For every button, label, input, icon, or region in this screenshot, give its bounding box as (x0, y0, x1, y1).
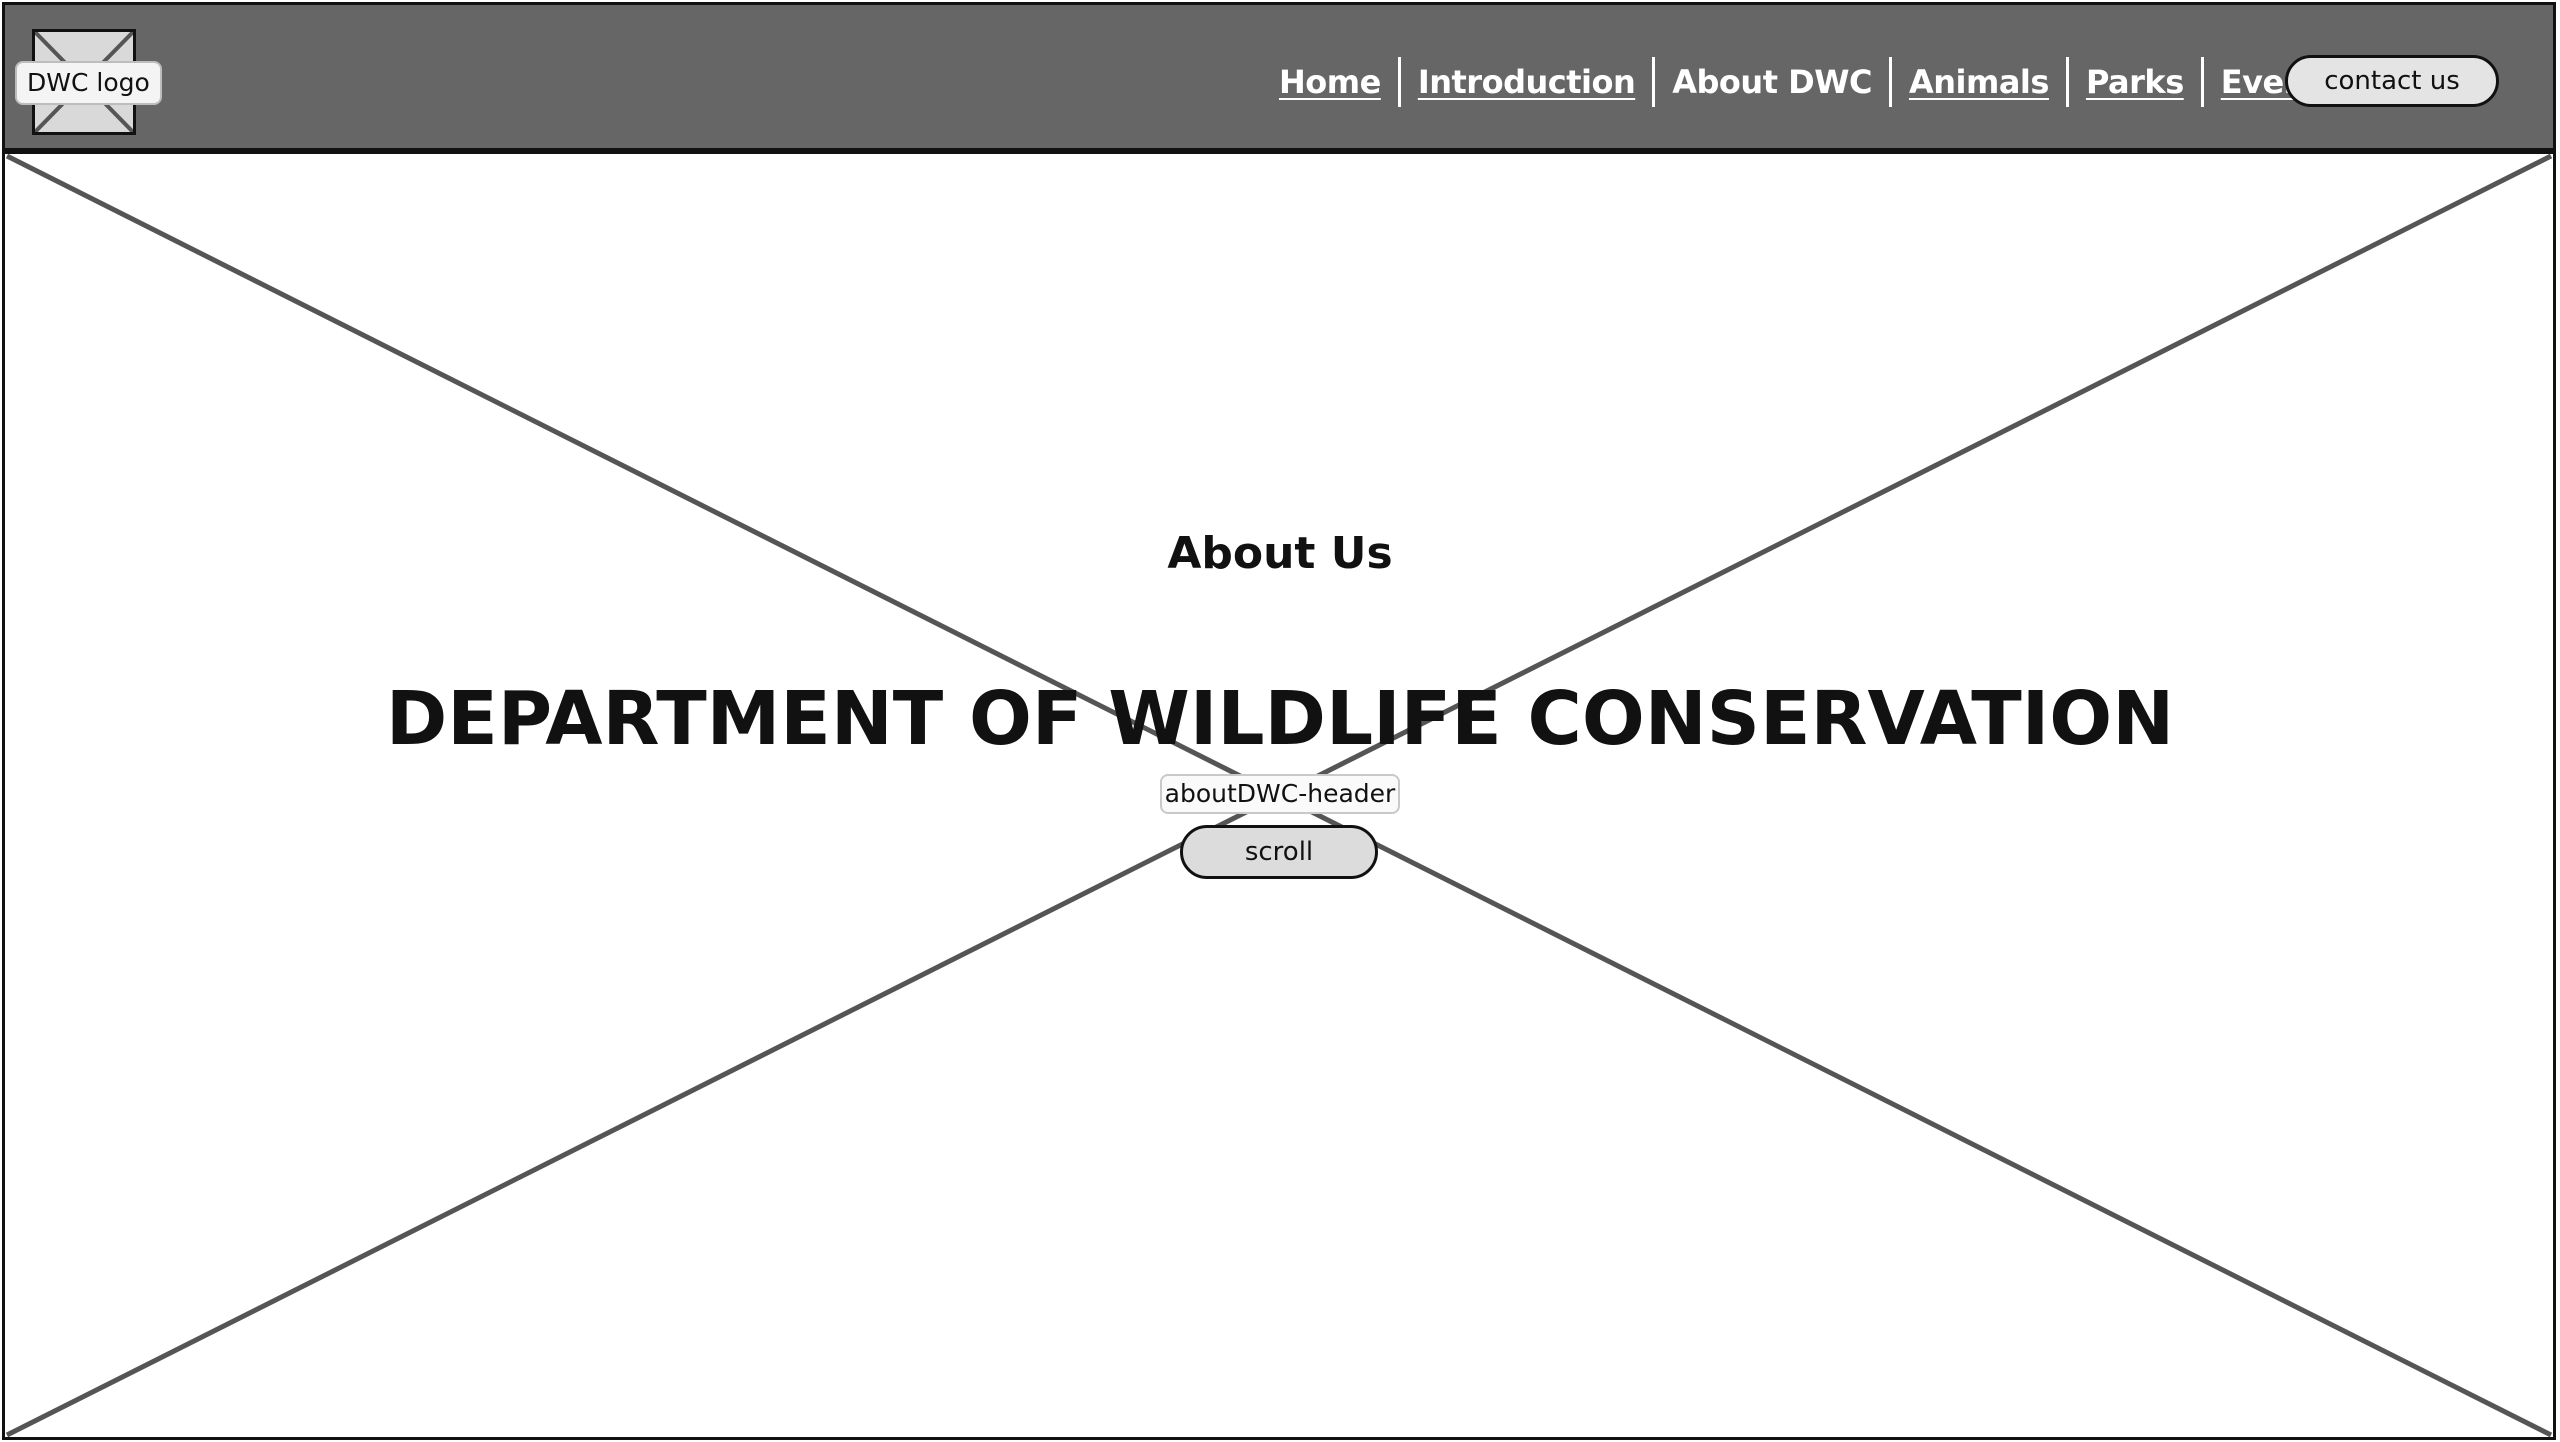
nav-introduction[interactable]: Introduction (1418, 63, 1636, 101)
nav-divider (1397, 57, 1401, 107)
scroll-button[interactable]: scroll (1180, 825, 1378, 879)
page: DWC logo Home Introduction About DWC Ani… (0, 0, 2560, 1442)
header-bar: DWC logo Home Introduction About DWC Ani… (2, 2, 2556, 151)
nav-parks[interactable]: Parks (2086, 63, 2184, 101)
logo-label: DWC logo (15, 61, 162, 105)
contact-us-button[interactable]: contact us (2285, 55, 2499, 107)
nav-home[interactable]: Home (1279, 63, 1381, 101)
nav-about-dwc[interactable]: About DWC (1672, 63, 1872, 101)
image-label: aboutDWC-header (1160, 774, 1400, 814)
nav-divider (2200, 57, 2204, 107)
nav-animals[interactable]: Animals (1909, 63, 2049, 101)
page-title: DEPARTMENT OF WILDLIFE CONSERVATION (385, 676, 2175, 762)
nav-divider (1652, 57, 1656, 107)
nav-divider (2065, 57, 2069, 107)
nav-divider (1888, 57, 1892, 107)
main-nav: Home Introduction About DWC Animals Park… (1279, 53, 2340, 111)
section-title: About Us (1167, 528, 1393, 579)
